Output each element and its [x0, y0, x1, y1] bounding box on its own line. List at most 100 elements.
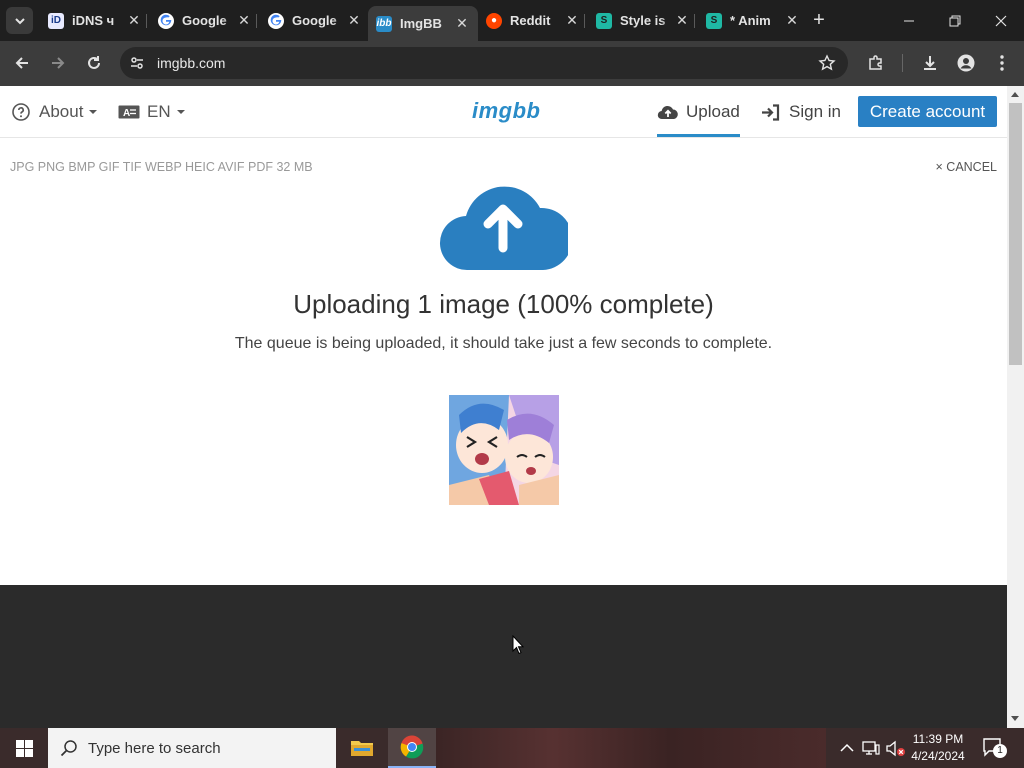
language-icon: A: [118, 105, 140, 119]
page-scrollbar[interactable]: [1007, 86, 1024, 728]
close-icon[interactable]: ✕: [346, 12, 362, 29]
svg-text:A: A: [123, 108, 130, 119]
bookmark-star-icon[interactable]: [818, 54, 836, 72]
tab-style[interactable]: S Style is ✕: [588, 6, 698, 35]
arrow-right-icon: [52, 57, 65, 69]
upload-active-indicator: [657, 134, 740, 137]
caret-down-icon: [89, 110, 98, 114]
tab-google-1[interactable]: Google ✕: [150, 6, 260, 35]
taskbar-file-explorer[interactable]: [338, 728, 386, 768]
cancel-upload-button[interactable]: × CANCEL: [936, 160, 997, 174]
network-icon[interactable]: [862, 740, 880, 756]
restore-icon: [949, 15, 961, 26]
upload-nav[interactable]: Upload: [657, 102, 740, 122]
reload-button[interactable]: [82, 51, 106, 75]
notification-center-button[interactable]: 1: [982, 737, 1007, 759]
toolbar-divider: [902, 54, 903, 72]
taskbar-search[interactable]: Type here to search: [48, 728, 336, 768]
tab-google-2[interactable]: Google ✕: [260, 6, 370, 35]
close-icon[interactable]: ✕: [564, 12, 580, 29]
idns-icon: iD: [48, 12, 64, 29]
tab-reddit[interactable]: ● Reddit ✕: [478, 6, 588, 35]
supported-formats: JPG PNG BMP GIF TIF WEBP HEIC AVIF PDF 3…: [10, 160, 313, 174]
download-icon: [924, 56, 936, 70]
reddit-icon: ●: [486, 12, 502, 29]
tab-divider: [146, 14, 147, 28]
close-window-button[interactable]: [978, 0, 1024, 41]
tab-title: Style is: [620, 13, 666, 28]
chevron-down-icon: [14, 17, 25, 24]
chevron-up-icon[interactable]: [840, 742, 854, 754]
taskbar-chrome[interactable]: [388, 728, 436, 768]
cloud-upload-icon: [440, 186, 568, 271]
forward-button[interactable]: [46, 51, 70, 75]
profile-button[interactable]: [954, 51, 978, 75]
help-circle-icon: [12, 103, 30, 121]
signin-label: Sign in: [789, 102, 841, 121]
caret-down-icon: [176, 110, 185, 114]
system-clock[interactable]: 11:39 PM 4/24/2024: [906, 731, 970, 765]
start-button[interactable]: [0, 728, 48, 768]
site-settings-icon[interactable]: [129, 55, 145, 71]
windows-taskbar: Type here to search 11:39 PM 4/24/2024 1: [0, 728, 1024, 768]
signin-link[interactable]: Sign in: [761, 102, 841, 122]
close-icon[interactable]: ✕: [454, 15, 470, 32]
profile-icon: [957, 54, 975, 72]
arrow-left-icon: [15, 57, 28, 69]
s-icon: S: [706, 12, 722, 29]
imgbb-page: About A EN imgbb Upload Sign in Create a…: [0, 86, 1007, 585]
new-tab-button[interactable]: +: [808, 9, 830, 31]
page-dark-area: [0, 585, 1007, 728]
tab-title: * Anim: [730, 13, 771, 28]
wallpaper-strip: [436, 728, 826, 768]
notification-count: 1: [993, 744, 1007, 758]
reload-icon: [88, 56, 100, 69]
about-menu[interactable]: About: [12, 102, 98, 122]
about-label: About: [39, 102, 84, 121]
folder-icon: [351, 741, 373, 756]
scrollbar-thumb[interactable]: [1009, 103, 1022, 365]
google-icon: [158, 12, 174, 29]
close-icon[interactable]: ✕: [784, 12, 800, 29]
imgbb-logo[interactable]: imgbb: [472, 98, 541, 124]
clock-time: 11:39 PM: [912, 732, 964, 746]
language-menu[interactable]: A EN: [118, 102, 185, 122]
scroll-up-icon[interactable]: [1011, 92, 1019, 97]
url-text: imgbb.com: [157, 55, 226, 71]
back-button[interactable]: [10, 51, 34, 75]
tab-idns[interactable]: iD iDNS ч ✕: [40, 6, 150, 35]
address-bar[interactable]: imgbb.com: [120, 47, 848, 79]
volume-muted-icon[interactable]: [886, 740, 906, 757]
upload-status-title: Uploading 1 image (100% complete): [293, 289, 714, 319]
close-icon[interactable]: ✕: [126, 12, 142, 29]
google-icon: [268, 12, 284, 29]
more-vert-icon: [1000, 55, 1004, 71]
search-icon: [60, 740, 77, 757]
cloud-upload-icon: [657, 105, 678, 120]
browser-tabstrip: iD iDNS ч ✕ Google ✕ Google ✕ ibb ImgBB …: [0, 0, 1024, 41]
tab-imgbb[interactable]: ibb ImgBB ✕: [368, 6, 478, 41]
browser-toolbar: imgbb.com: [0, 41, 1024, 86]
scroll-down-icon[interactable]: [1011, 716, 1019, 721]
search-placeholder: Type here to search: [88, 739, 221, 757]
language-label: EN: [147, 102, 171, 121]
close-icon[interactable]: ✕: [674, 12, 690, 29]
windows-logo-icon: [15, 739, 33, 757]
clock-date: 4/24/2024: [911, 749, 965, 763]
create-account-button[interactable]: Create account: [858, 96, 997, 127]
tab-title: ImgBB: [400, 16, 442, 31]
upload-label: Upload: [686, 102, 740, 121]
minimize-button[interactable]: [886, 0, 932, 41]
chrome-icon: [400, 735, 424, 759]
tab-title: iDNS ч: [72, 13, 115, 28]
restore-button[interactable]: [932, 0, 978, 41]
close-icon[interactable]: ✕: [236, 12, 252, 29]
tab-anim[interactable]: S * Anim ✕: [698, 6, 808, 35]
chrome-menu-button[interactable]: [990, 51, 1014, 75]
tab-search-button[interactable]: [6, 7, 33, 34]
puzzle-icon: [869, 55, 882, 70]
downloads-button[interactable]: [918, 51, 942, 75]
extensions-button[interactable]: [864, 51, 888, 75]
tab-divider: [256, 14, 257, 28]
tab-divider: [694, 14, 695, 28]
